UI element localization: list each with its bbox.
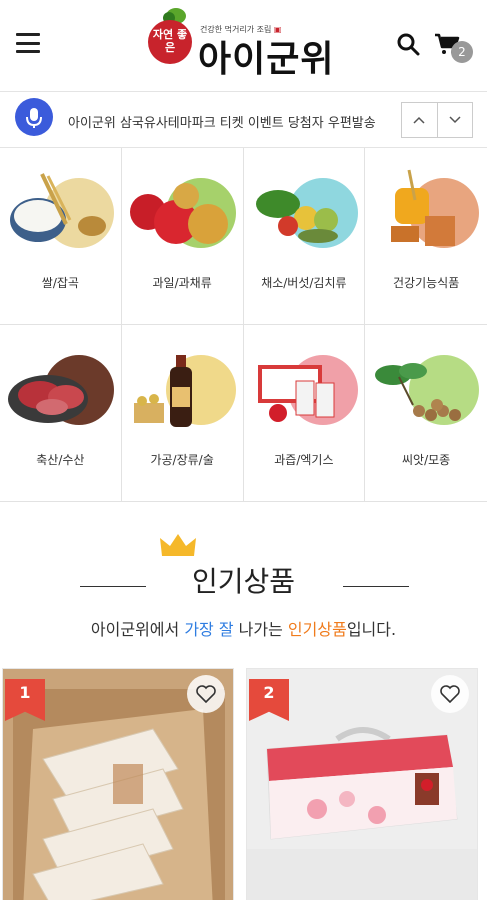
notice-bar: 아이군위 삼국유사테마파크 티켓 이벤트 당첨자 우편발송 [0,92,487,148]
crown-icon [160,534,196,556]
apple-pear-icon [129,183,228,244]
product-card[interactable]: 2 [246,668,478,900]
category-label: 과일/과채류 [152,276,212,290]
honey-jar-icon [391,169,456,246]
category-meat-seafood[interactable]: 축산/수산 [0,325,122,502]
divider-right [343,586,409,587]
category-fruit[interactable]: 과일/과채류 [121,148,244,325]
logo[interactable]: 자연 좋은 건강한 먹거리가 조림 ▣ 아이군위 [148,6,344,86]
vegetables-icon [255,190,338,243]
popular-section-header: 인기상품 아이군위에서 가장 잘 나가는 인기상품입니다. [0,530,487,650]
category-label: 쌀/잡곡 [41,276,79,290]
category-processed-sauce[interactable]: 가공/장류/술 [121,325,244,502]
category-rice-grain[interactable]: 쌀/잡곡 [0,148,122,325]
notice-nav [401,102,473,138]
hamburger-menu-icon[interactable] [16,33,40,53]
category-label: 가공/장류/술 [150,453,214,467]
header: 자연 좋은 건강한 먹거리가 조림 ▣ 아이군위 2 [0,0,487,92]
logo-text: 아이군위 [198,38,335,80]
category-juice-extract[interactable]: 과즙/엑기스 [243,325,366,502]
category-label: 채소/버섯/김치류 [261,276,347,290]
microphone-button[interactable] [15,98,53,136]
category-label: 건강기능식품 [393,276,460,290]
juice-box-icon [257,365,334,422]
rice-bowl-icon [10,173,106,242]
product-card[interactable]: 1 [2,668,234,900]
category-label: 축산/수산 [36,453,85,467]
microphone-icon [26,108,42,128]
category-grid: 쌀/잡곡 과일/과채류 채소/버섯/김치류 건강기능식품 축산/수산 가공/장류… [0,148,487,502]
heart-icon[interactable] [187,675,225,713]
chevron-down-icon[interactable] [438,103,473,137]
seedling-icon [375,363,462,421]
category-health-food[interactable]: 건강기능식품 [365,148,487,325]
category-seeds-seedlings[interactable]: 씨앗/모종 [365,325,487,502]
chevron-up-icon[interactable] [402,103,438,137]
meat-icon [8,375,88,423]
popular-title: 인기상품 [191,565,296,598]
category-label: 과즙/엑기스 [274,453,334,467]
search-icon[interactable] [396,32,420,56]
popular-subtitle: 아이군위에서 가장 잘 나가는 인기상품입니다. [90,620,397,639]
category-label: 씨앗/모종 [402,453,451,467]
soy-sauce-bottle-icon [133,355,192,427]
notice-text[interactable]: 아이군위 삼국유사테마파크 티켓 이벤트 당첨자 우편발송 [68,112,376,131]
cart-count-badge: 2 [451,41,473,63]
category-vegetables[interactable]: 채소/버섯/김치류 [243,148,366,325]
heart-icon[interactable] [431,675,469,713]
logo-emblem: 자연 좋은 [148,20,192,64]
